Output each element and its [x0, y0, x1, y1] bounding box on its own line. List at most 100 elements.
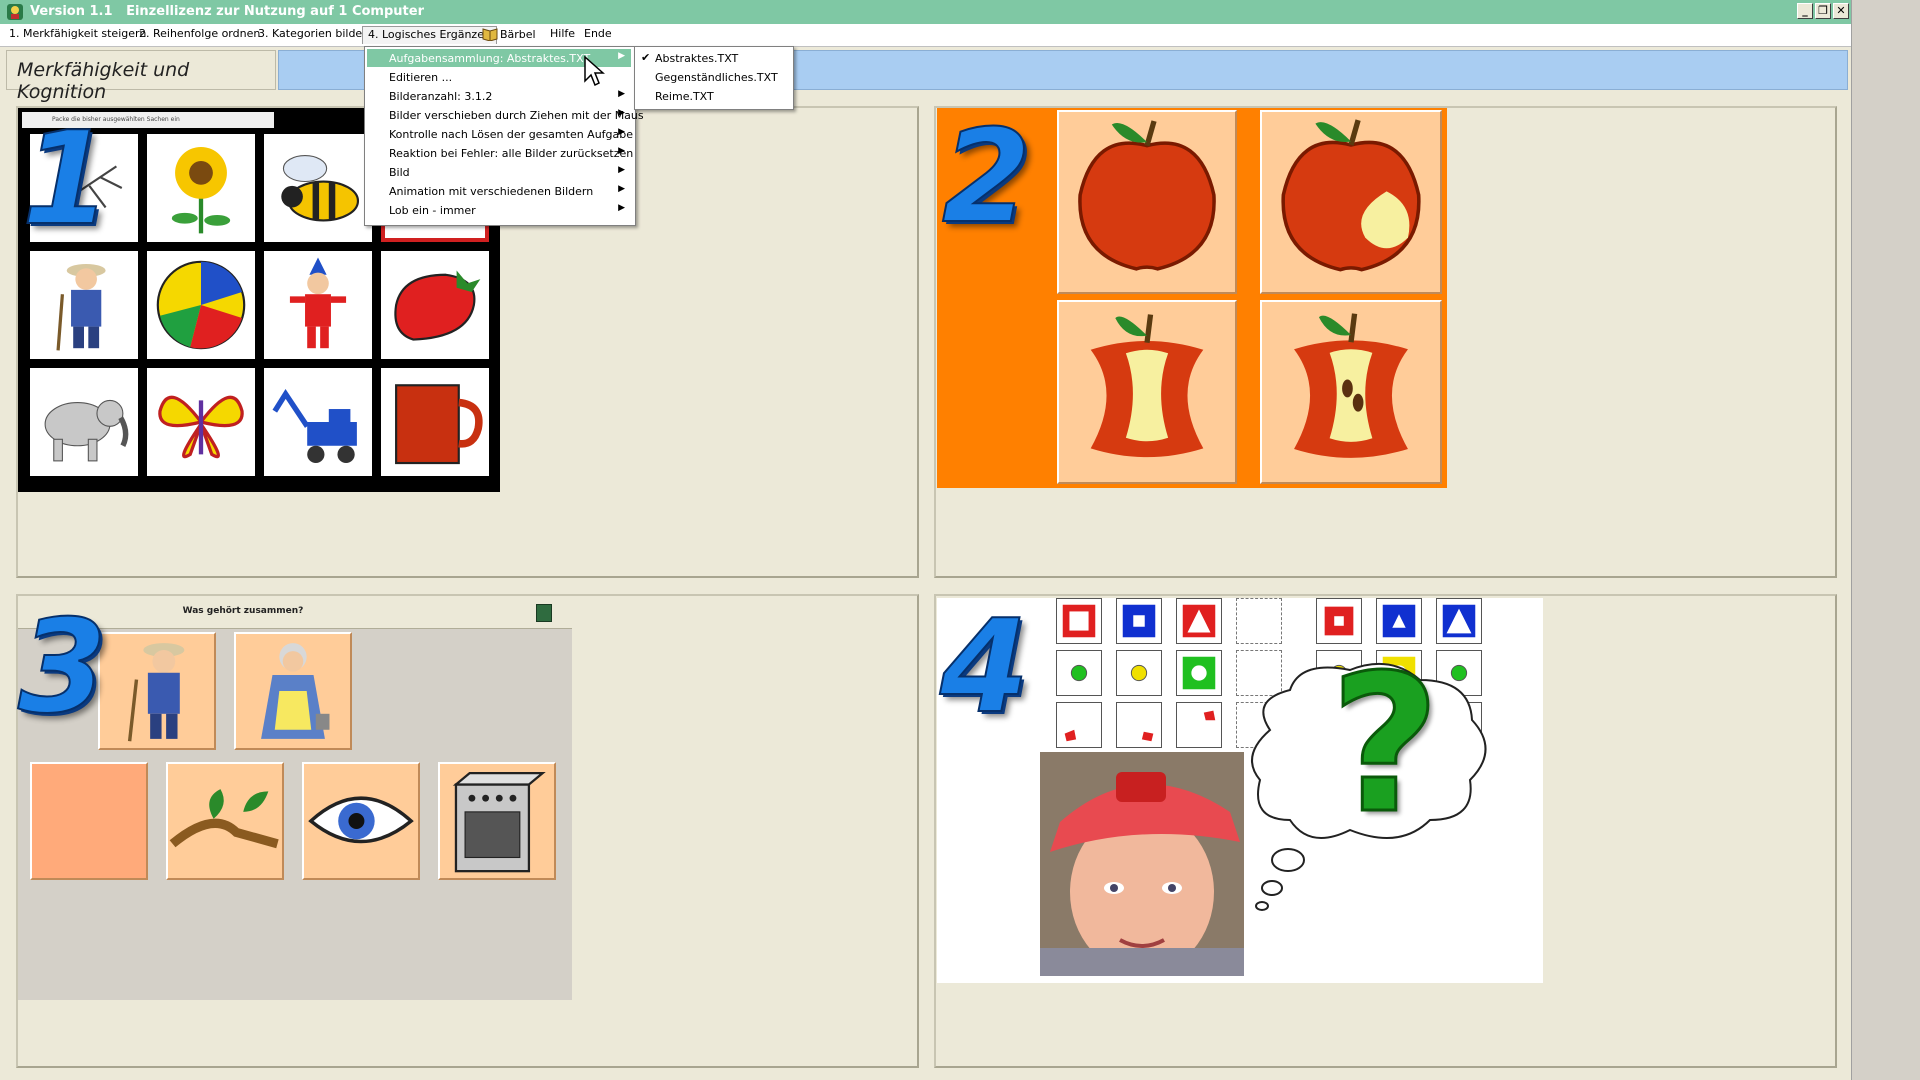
- stove-icon: [452, 771, 546, 873]
- submenu-arrow-icon: ▶: [618, 108, 625, 118]
- menu-item-label: Kontrolle nach Lösen der gesamten Aufgab…: [389, 128, 634, 141]
- tile-farmer[interactable]: [30, 251, 138, 359]
- farmer-icon: [127, 643, 185, 742]
- menu-baerbel[interactable]: Bärbel: [482, 27, 536, 43]
- tile-empty-drop[interactable]: [30, 762, 148, 880]
- tile-bee[interactable]: [264, 134, 372, 242]
- apple-bitten-icon: [1281, 119, 1421, 272]
- matrix-left-r3c1[interactable]: [1056, 702, 1102, 748]
- tile-ball[interactable]: [147, 251, 255, 359]
- tile-butterfly[interactable]: [147, 368, 255, 476]
- menu-bar: 1. Merkfähigkeit steigern 2. Reihenfolge…: [0, 24, 1851, 47]
- matrix-left-r1c2[interactable]: [1116, 598, 1162, 644]
- tile-eye[interactable]: [302, 762, 420, 880]
- tile-grandmother[interactable]: [234, 632, 352, 750]
- menu-item-bilder-verschieben[interactable]: Bilder verschieben durch Ziehen mit der …: [367, 106, 644, 124]
- application-window: Version 1.1 Einzellizenz zur Nutzung auf…: [0, 0, 1851, 1080]
- menu-hilfe[interactable]: Hilfe: [550, 27, 575, 43]
- menu-kategorien[interactable]: 3. Kategorien bilden: [258, 27, 369, 43]
- matrix-left-r1c4[interactable]: [1236, 598, 1282, 644]
- matrix-left-r3c2[interactable]: [1116, 702, 1162, 748]
- submenu-arrow-icon: ▶: [618, 127, 625, 137]
- matrix-left-r1c3[interactable]: [1176, 598, 1222, 644]
- triangle-blue-big-icon: [1442, 604, 1476, 638]
- menu-item-kontrolle[interactable]: Kontrolle nach Lösen der gesamten Aufgab…: [367, 125, 634, 143]
- menu-merkfaehigkeit[interactable]: 1. Merkfähigkeit steigern: [9, 27, 146, 43]
- check-icon: ✔: [641, 51, 651, 64]
- page-title: Merkfähigkeit und Kognition: [17, 59, 190, 103]
- menu-item-label: Reaktion bei Fehler: alle Bilder zurücks…: [389, 147, 634, 160]
- menu-item-label: Animation mit verschiedenen Bildern: [389, 185, 594, 198]
- submenu-item-abstraktes[interactable]: ✔ Abstraktes.TXT: [637, 49, 789, 67]
- apple-core-icon: [1090, 314, 1204, 458]
- matrix-right-r1c3[interactable]: [1436, 598, 1482, 644]
- menu-item-reaktion[interactable]: Reaktion bei Fehler: alle Bilder zurücks…: [367, 144, 634, 162]
- apple-core-seeds-icon: [1294, 313, 1408, 458]
- submenu-item-gegenstaendliches[interactable]: Gegenständliches.TXT: [637, 68, 789, 86]
- tile-apple-core[interactable]: [1057, 300, 1237, 484]
- menu-item-label: Aufgabensammlung: Abstraktes.TXT: [389, 52, 591, 65]
- panel-number-4: 4: [939, 593, 1030, 742]
- matrix-left-r3c3[interactable]: [1176, 702, 1222, 748]
- menu-item-label: Bilderanzahl: 3.1.2: [389, 90, 493, 103]
- close-button[interactable]: ✕: [1833, 3, 1849, 19]
- mouse-cursor-icon: [584, 55, 605, 87]
- menu-ende[interactable]: Ende: [584, 27, 612, 43]
- tile-farmer-2[interactable]: [98, 632, 216, 750]
- tile-branch[interactable]: [166, 762, 284, 880]
- menu-item-lob[interactable]: Lob ein - immer ▶: [367, 201, 631, 219]
- circle-yellow-icon: [1130, 664, 1148, 682]
- menu-reihenfolge[interactable]: 2. Reihenfolge ordnen: [139, 27, 260, 43]
- tile-excavator[interactable]: [264, 368, 372, 476]
- question-mark: ?: [1328, 634, 1441, 855]
- window-title: Version 1.1 Einzellizenz zur Nutzung auf…: [30, 4, 424, 19]
- header-title-box: Merkfähigkeit und Kognition: [6, 50, 276, 103]
- tile-strawberry[interactable]: [381, 251, 489, 359]
- menu-baerbel-label: Bärbel: [500, 28, 536, 41]
- header-strip: Merkfähigkeit und Kognition: [6, 50, 1848, 103]
- tile-sunflower[interactable]: [147, 134, 255, 242]
- minimize-button[interactable]: _: [1797, 3, 1813, 19]
- tile-apple-whole[interactable]: [1057, 110, 1237, 294]
- restore-button[interactable]: ❐: [1815, 3, 1831, 19]
- circle-green-icon: [1070, 664, 1088, 682]
- menu-item-bilderanzahl[interactable]: Bilderanzahl: 3.1.2 ▶: [367, 87, 631, 105]
- arrow-top-right-icon: [1203, 710, 1216, 721]
- arrow-bottom-left-icon: [1064, 729, 1077, 742]
- mug-icon: [395, 384, 483, 465]
- submenu-item-reime[interactable]: Reime.TXT: [637, 87, 789, 105]
- menu-item-label: Editieren ...: [389, 71, 453, 84]
- menu-item-animation[interactable]: Animation mit verschiedenen Bildern ▶: [367, 182, 631, 200]
- category-close-button[interactable]: [536, 604, 552, 622]
- panel-number-3: 3: [17, 593, 108, 742]
- tile-mug[interactable]: [381, 368, 489, 476]
- arrow-bottom-right-icon: [1141, 731, 1154, 742]
- submenu-arrow-icon: ▶: [618, 203, 625, 213]
- tile-stove[interactable]: [438, 762, 556, 880]
- submenu-arrow-icon: ▶: [618, 51, 625, 61]
- branch-icon: [169, 789, 279, 849]
- menu-item-label: Bild: [389, 166, 410, 179]
- panel-number-1: 1: [21, 105, 112, 254]
- matrix-left-r2c3[interactable]: [1176, 650, 1222, 696]
- menu-logisches-ergaenzen[interactable]: 4. Logisches Ergänzen: [362, 26, 497, 44]
- tile-clown[interactable]: [264, 251, 372, 359]
- square-red-icon: [1062, 604, 1096, 638]
- tile-apple-bitten[interactable]: [1260, 110, 1442, 294]
- panel-number-2: 2: [941, 103, 1032, 252]
- tile-apple-core-seeds[interactable]: [1260, 300, 1442, 484]
- submenu-item-label: Reime.TXT: [655, 90, 714, 103]
- matrix-left-r2c1[interactable]: [1056, 650, 1102, 696]
- desktop-background: [1851, 0, 1920, 1080]
- ball-icon: [156, 260, 246, 350]
- menu-item-label: Lob ein - immer: [389, 204, 476, 217]
- matrix-left-r1c1[interactable]: [1056, 598, 1102, 644]
- title-bar[interactable]: Version 1.1 Einzellizenz zur Nutzung auf…: [0, 0, 1851, 24]
- menu-item-bild[interactable]: Bild ▶: [367, 163, 631, 181]
- strawberry-icon: [394, 270, 481, 341]
- submenu-arrow-icon: ▶: [618, 184, 625, 194]
- app-icon: [7, 4, 23, 20]
- matrix-left-r2c2[interactable]: [1116, 650, 1162, 696]
- tile-elephant[interactable]: [30, 368, 138, 476]
- elephant-icon: [44, 399, 129, 462]
